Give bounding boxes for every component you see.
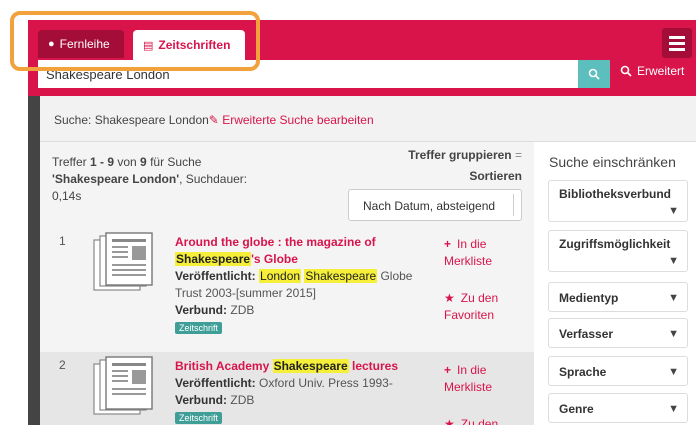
menu-button[interactable]	[662, 28, 692, 58]
result-number: 2	[59, 358, 66, 372]
add-to-favorites-link[interactable]: ★ Zu den Favoriten	[444, 290, 516, 324]
add-to-list-link[interactable]: + In die Merkliste	[444, 362, 514, 396]
result-published: Veröffentlicht: Oxford Univ. Press 1993-	[175, 376, 393, 390]
plus-icon: +	[444, 237, 452, 251]
tab-zeitschriften-label: Zeitschriften	[158, 38, 231, 52]
triangle-down-icon: ▼	[668, 403, 679, 415]
result-title-link[interactable]: Around the globe : the magazine of Shake…	[175, 234, 415, 268]
newspaper-icon: ▤	[143, 39, 154, 52]
edit-icon: ✎	[208, 113, 219, 127]
header-bar: ● Fernleihe ▤ Zeitschriften Erweitert	[28, 20, 696, 96]
tab-fernleihe[interactable]: ● Fernleihe	[38, 30, 124, 58]
search-button[interactable]	[578, 60, 610, 88]
filter-sidebar: Suche einschränken Bibliotheksverbund ▼ …	[534, 142, 696, 425]
add-to-list-link[interactable]: + In die Merkliste	[444, 236, 514, 270]
search-icon	[588, 68, 600, 80]
advanced-search-label: Erweitert	[637, 64, 685, 78]
advanced-search-button[interactable]: Erweitert	[620, 64, 684, 78]
facet-zugriffsmoeglichkeit[interactable]: Zugriffsmöglichkeit ▼	[548, 230, 688, 272]
media-type-badge: Zeitschrift	[175, 322, 223, 334]
left-panel-edge	[28, 96, 40, 425]
result-verbund: Verbund: ZDB	[175, 393, 255, 407]
facet-bibliotheksverbund[interactable]: Bibliotheksverbund ▼	[548, 180, 688, 222]
triangle-down-icon: ▼	[668, 255, 679, 267]
tab-fernleihe-label: Fernleihe	[59, 37, 110, 51]
triangle-down-icon: ▼	[668, 328, 679, 340]
menu-icon	[669, 36, 685, 39]
result-title-link[interactable]: British Academy Shakespeare lectures	[175, 358, 415, 375]
result-item: 1 Around the globe : the magazine of Sha…	[40, 228, 534, 346]
edit-search-link[interactable]: ✎ Erweiterte Suche bearbeiten	[209, 113, 374, 127]
triangle-down-icon: ▼	[668, 292, 679, 304]
zoom-icon	[620, 65, 632, 77]
chevron-down-icon	[513, 194, 519, 216]
sort-select[interactable]: Nach Datum, absteigend	[348, 189, 522, 221]
tab-zeitschriften[interactable]: ▤ Zeitschriften	[133, 30, 245, 60]
star-icon: ★	[444, 417, 455, 425]
result-published: Veröffentlicht: London Shakespeare Globe…	[175, 269, 413, 300]
facet-genre[interactable]: Genre ▼	[548, 393, 688, 423]
breadcrumb-query: Suche: Shakespeare London	[54, 113, 209, 127]
media-type-badge: Zeitschrift	[175, 412, 223, 424]
globe-icon: ●	[48, 38, 55, 50]
group-results-toggle[interactable]: Treffer gruppieren =	[408, 148, 522, 162]
triangle-down-icon: ▼	[668, 366, 679, 378]
plus-icon: +	[444, 363, 452, 377]
results-summary: Treffer 1 - 9 von 9 für Suche 'Shakespea…	[52, 155, 248, 203]
result-number: 1	[59, 234, 66, 248]
document-icon	[93, 232, 153, 291]
sidebar-title: Suche einschränken	[549, 154, 676, 170]
breadcrumb: Suche: Shakespeare London✎ Erweiterte Su…	[40, 96, 696, 142]
star-icon: ★	[444, 291, 455, 305]
result-item: 2 British Academy Shakespeare lectures V…	[40, 352, 534, 425]
triangle-down-icon: ▼	[668, 205, 679, 217]
search-row: Erweitert	[38, 60, 696, 88]
facet-sprache[interactable]: Sprache ▼	[548, 356, 688, 386]
sort-label: Sortieren	[469, 169, 522, 183]
equals-icon: =	[514, 148, 522, 162]
facet-medientyp[interactable]: Medientyp ▼	[548, 282, 688, 312]
add-to-favorites-link[interactable]: ★ Zu den	[444, 416, 516, 425]
results-panel: Treffer 1 - 9 von 9 für Suche 'Shakespea…	[40, 142, 534, 425]
result-verbund: Verbund: ZDB	[175, 303, 255, 317]
search-input[interactable]	[38, 60, 578, 88]
document-icon	[93, 356, 153, 415]
facet-verfasser[interactable]: Verfasser ▼	[548, 318, 688, 348]
